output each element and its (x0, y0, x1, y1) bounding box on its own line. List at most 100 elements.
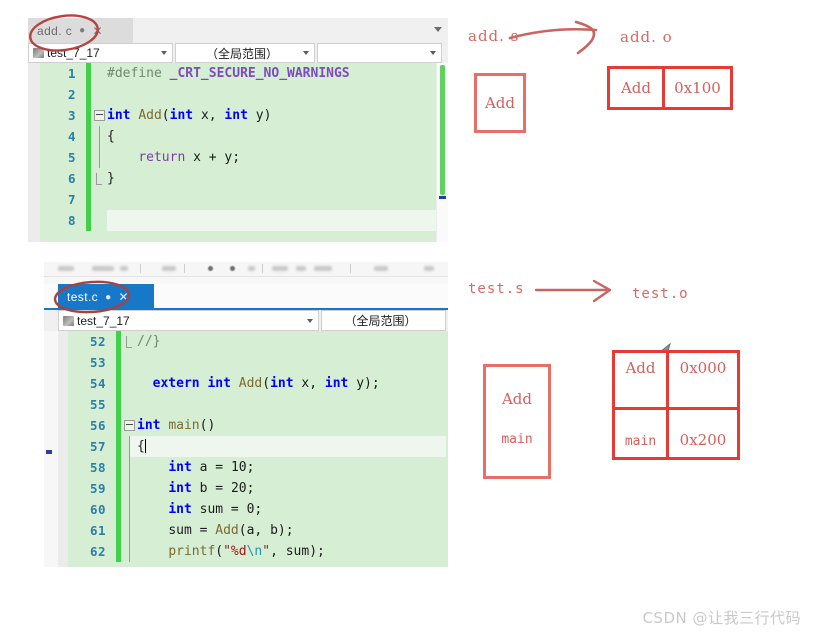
line-number: 3 (67, 108, 76, 123)
chevron-down-icon[interactable] (161, 51, 167, 55)
fold-slot (121, 335, 137, 348)
member-dropdown[interactable] (317, 43, 442, 63)
chevron-down-icon[interactable] (303, 51, 309, 55)
tab-test-c[interactable]: test.c ● ✕ (58, 284, 154, 310)
code-line: 60 int sum = 0; (58, 499, 448, 520)
line-number: 57 (89, 439, 106, 454)
toolbar-blurred-item[interactable] (92, 266, 114, 271)
chevron-down-icon[interactable] (307, 318, 314, 323)
code-text: return x + y; (138, 150, 241, 165)
scrollbar-caret-marker (439, 196, 446, 199)
bottom-editor-tabstrip: test.c ● ✕ (44, 284, 448, 311)
project-file-icon (33, 48, 44, 58)
line-number: 7 (67, 192, 76, 207)
current-line-highlight (107, 210, 446, 231)
add-s-cell-add: Add (484, 94, 516, 112)
code-line: 59 int b = 20; (58, 478, 448, 499)
line-number: 8 (67, 213, 76, 228)
test-s-cell-add: Add (501, 390, 533, 408)
fold-collapse-toggle[interactable] (91, 110, 107, 121)
line-number: 4 (67, 129, 76, 144)
arrow-add-s-to-add-o (508, 27, 598, 40)
tab-test-c-label: test.c (67, 290, 99, 304)
toolbar-blurred-item[interactable] (162, 266, 176, 271)
bottom-editor-lines: 52 //} 53 54 extern int Add(int x, int y… (58, 331, 448, 562)
fold-slot (121, 478, 137, 499)
fold-slot (121, 520, 137, 541)
code-line: 58 int a = 10; (58, 457, 448, 478)
toolbar-blurred-item[interactable] (120, 266, 128, 271)
toolbar-blurred-item[interactable] (272, 266, 288, 271)
label-test-s: test.s (468, 281, 525, 297)
fold-slot (121, 457, 137, 478)
tab-add-c-label: add. c (37, 23, 73, 38)
tab-add-c[interactable]: add. c ● ✕ (28, 18, 133, 43)
change-bar (116, 394, 121, 415)
code-line: 52 //} (58, 331, 448, 352)
code-text: //} (137, 334, 161, 349)
fold-collapse-toggle[interactable] (121, 420, 137, 431)
line-number: 62 (89, 544, 106, 559)
toolbar-blurred-item[interactable] (424, 266, 434, 271)
toolbar-separator (140, 264, 141, 273)
fold-slot (91, 126, 107, 147)
add-o-address-0x100: 0x100 (674, 79, 721, 97)
code-line: 1 #define _CRT_SECURE_NO_WARNINGS (28, 63, 448, 84)
project-dropdown[interactable]: test_7_17 (58, 310, 320, 331)
change-bar (86, 63, 91, 84)
toolbar-blurred-item[interactable] (374, 266, 388, 271)
top-editor-code-area[interactable]: 1 #define _CRT_SECURE_NO_WARNINGS 2 3 in… (28, 63, 448, 242)
code-line: 6 } (28, 168, 448, 189)
close-icon[interactable]: ✕ (119, 290, 129, 304)
code-text: int sum = 0; (168, 502, 263, 517)
toolbar-blurred-item[interactable] (314, 266, 332, 271)
code-text: } (107, 171, 115, 186)
top-editor-lines: 1 #define _CRT_SECURE_NO_WARNINGS 2 3 in… (28, 63, 448, 231)
line-number: 5 (67, 150, 76, 165)
label-add-s: add. s (468, 27, 520, 45)
toolbar-blurred-item[interactable] (248, 266, 255, 271)
code-text: printf("%d\n", sum); (168, 544, 325, 559)
tab-overflow-chevron-down-icon[interactable] (434, 27, 442, 32)
test-o-address-0x200: 0x200 (679, 431, 727, 449)
pin-icon[interactable]: ● (79, 25, 85, 36)
code-line: 5 return x + y; (28, 147, 448, 168)
project-dropdown-label: test_7_17 (77, 313, 130, 328)
code-text: { (137, 439, 146, 454)
add-s-box: Add (474, 73, 526, 133)
toolbar-blurred-item[interactable] (296, 266, 306, 271)
scope-dropdown[interactable]: （全局范围） (175, 43, 315, 63)
scope-dropdown-label: （全局范围） (205, 46, 278, 61)
code-text: sum = Add(a, b); (168, 523, 294, 538)
code-line: 55 (58, 394, 448, 415)
fold-slot (121, 541, 137, 562)
toolbar-blurred-item[interactable] (230, 266, 235, 271)
bottom-editor-code-area[interactable]: 52 //} 53 54 extern int Add(int x, int y… (58, 331, 448, 567)
close-icon[interactable]: ✕ (93, 24, 103, 38)
chevron-down-icon[interactable] (430, 51, 436, 55)
line-number: 53 (89, 355, 106, 370)
code-line: 56 int main() (58, 415, 448, 436)
bottom-editor-panel: test.c ● ✕ test_7_17 （全局范围） 52 //} 53 54… (44, 262, 448, 567)
pin-icon[interactable]: ● (105, 292, 111, 303)
toolbar-blurred-item[interactable] (58, 266, 74, 271)
code-text: extern int Add(int x, int y); (152, 376, 380, 391)
project-dropdown[interactable]: test_7_17 (28, 43, 173, 63)
fold-slot (91, 172, 107, 185)
line-number: 61 (89, 523, 106, 538)
bottom-editor-toolbar[interactable] (44, 262, 448, 277)
test-o-table: Add 0x000 main 0x200 (612, 350, 740, 460)
fold-slot (121, 499, 137, 520)
code-line: 53 (58, 352, 448, 373)
arrow-add-head (574, 20, 596, 55)
test-s-cell-main: main (501, 431, 533, 447)
line-number: 56 (89, 418, 106, 433)
csdn-watermark: CSDN @让我三行代码 (642, 609, 801, 627)
change-bar (116, 352, 121, 373)
code-line: 2 (28, 84, 448, 105)
scope-dropdown[interactable]: （全局范围） (321, 310, 446, 331)
change-bar (86, 84, 91, 105)
toolbar-blurred-item[interactable] (208, 266, 213, 271)
code-text: { (107, 129, 115, 144)
test-s-box: Add main (483, 364, 551, 479)
